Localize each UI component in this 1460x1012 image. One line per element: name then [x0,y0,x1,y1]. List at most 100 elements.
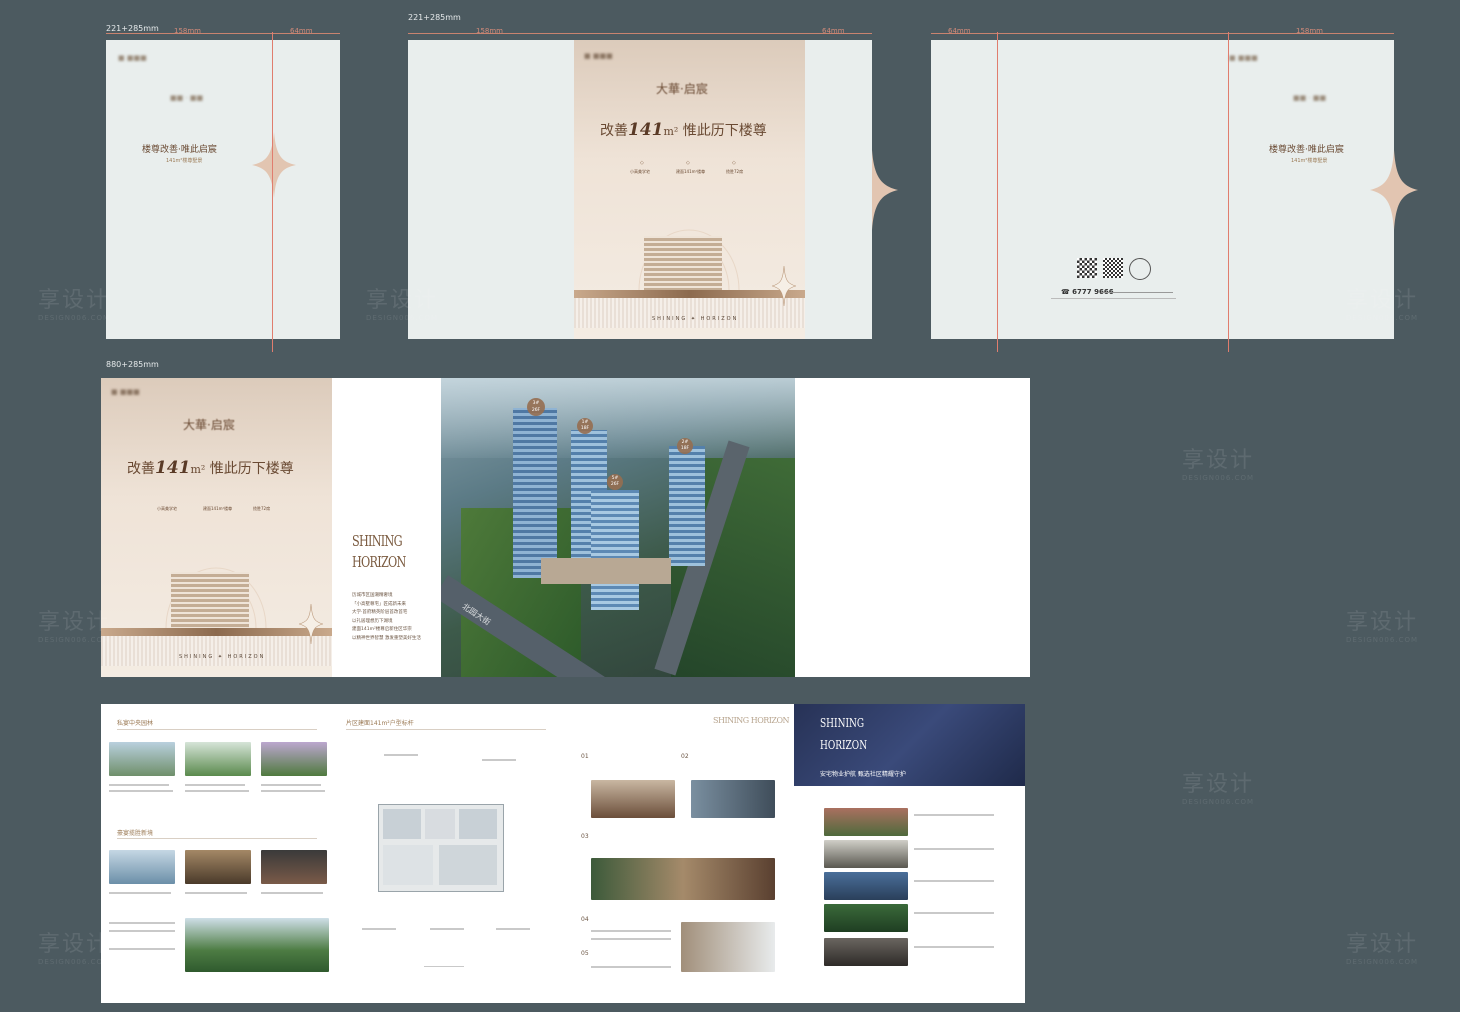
brand-name: 大華·启宸 [183,418,235,432]
landscape-photo [185,918,329,972]
cover-panel-front: ■ ■■■ ■■ · ■■ 楼尊改善·唯此启宸 141m²楼尊墅景 [106,40,340,339]
spread-body: 历城市区国潮精奢境 「小高墅尊宅」匠成新未来 大学·首府精英阶层首改首宅 以礼居… [352,592,438,643]
body-line: 历城市区国潮精奢境 [352,593,393,598]
body-line: 「小高墅尊宅」匠成新未来 [352,601,406,607]
watermark: 享设计DESIGN006.COM [1182,442,1254,482]
fold-guide-line [1228,32,1229,352]
tower-3 [513,408,557,578]
text-block [185,892,247,894]
headline-right: 惟此历下楼尊 [209,461,294,477]
brand-logo-blur: ■ ■■■ [1229,54,1258,62]
text-block [261,784,321,786]
text-block [591,966,671,968]
body-line: 以礼居理想历下湖境 [352,618,393,624]
watermark-cn: 享设计 [1182,448,1255,473]
building-tag-3: 3# 26F [527,398,545,416]
text-block [914,814,994,816]
callout-text [430,928,464,930]
room [425,809,455,839]
text-block [109,790,173,792]
slogan: 楼尊改善·唯此启宸 [1269,145,1344,155]
fold-guide-line [997,32,998,352]
room [383,845,433,885]
qr-code [1103,258,1123,278]
brand-logo-blur: ■ ■■■ [584,52,613,60]
footnote [424,966,464,967]
dimension-line [931,33,1394,34]
watermark: 享设计DESIGN006.COM [38,282,110,322]
watermark-cn: 享设计 [38,932,111,957]
text-block [109,930,175,932]
podium [541,558,671,584]
tag-line: 18F [580,426,590,431]
inner-page-2: 片区建面141m²户型标杆 [332,704,563,1003]
section-number: 01 [581,753,589,760]
feature-3: 揽胜72席 [726,169,744,174]
garden-photo [261,742,327,776]
size-label-a: 221+285mm [106,24,159,33]
headline-unit: m² [663,125,679,138]
headline: 改善141m² 惟此历下楼尊 [127,458,294,478]
dimension-line [106,33,340,34]
watermark-cn: 享设计 [1346,610,1419,635]
aerial-photo: 3# 26F 1# 18F 2# 18F 5# 26F 北园大街 [441,378,795,677]
watermark-cn: 享设计 [1182,772,1255,797]
page-title: 片区建面141m²户型标杆 [346,720,414,727]
sparkle-icon [299,604,323,644]
building-tag-2: 2# 18F [677,438,693,454]
callout-text [362,928,396,930]
tag-line: 26F [531,408,541,413]
sparkle-half-icon [872,150,898,230]
floor-plan [378,804,504,892]
reflection [101,636,332,666]
watermark-en: DESIGN006.COM [1346,958,1419,966]
slogan: 楼尊改善·唯此启宸 [142,145,217,155]
amenity-photo [261,850,327,884]
text-block [914,946,994,948]
brand-logo-blur: ■ ■■■ [111,388,140,396]
section-number: 04 [581,916,589,923]
watermark-en: DESIGN006.COM [1182,474,1255,482]
page4-title-2: HORIZON [820,738,868,752]
watermark-en: DESIGN006.COM [38,958,111,966]
interior-photo [691,780,775,818]
watermark: 享设计DESIGN006.COM [1346,604,1418,644]
building-tag-5: 5# 26F [607,474,623,490]
gold-band [574,290,805,298]
size-label-c: 880+285mm [106,360,159,369]
page-title-en: SHINING HORIZON [713,716,790,725]
section-number: 03 [581,833,589,840]
tower-2 [669,446,705,566]
footer-en: SHINING ✦ HORIZON [179,654,266,660]
room-photo [681,922,775,972]
room [459,809,497,839]
garden-photo [185,742,251,776]
text-block [109,922,175,924]
dimension-line [408,33,872,34]
room [439,845,497,885]
room [383,809,421,839]
headline: 改善141m² 惟此历下楼尊 [600,120,767,140]
body-line: 以精神世界智慧 激发重塑美好生活 [352,635,421,641]
divider [117,729,317,730]
front-cover-art: ■ ■■■ 大華·启宸 改善141m² 惟此历下楼尊 ◇ ◇ ◇ 小高美学宅 建… [574,40,805,339]
sub-slogan: 141m²楼尊墅景 [1291,158,1328,164]
text-block [591,930,671,932]
feature-1: 小高美学宅 [157,506,177,511]
service-photo [824,938,908,966]
section-number: 05 [581,950,589,957]
callout-text [384,754,418,756]
section-number: 02 [681,753,689,760]
headline-area: 141 [155,458,191,478]
headline-right: 惟此历下楼尊 [682,123,767,139]
brand-name-blur: ■■ · ■■ [1293,94,1327,102]
text-block [261,790,325,792]
body-line: 大学·首府精英阶层首改首宅 [352,610,408,615]
tag-line: 26F [610,482,620,487]
service-photo [824,872,908,900]
divider [117,838,317,839]
amenity-photo [185,850,251,884]
page-title: 私宴中央园林 [117,720,154,727]
inner-page-1: 私宴中央园林 豪宴揽胜新境 [101,704,332,1003]
text-block [914,880,994,882]
